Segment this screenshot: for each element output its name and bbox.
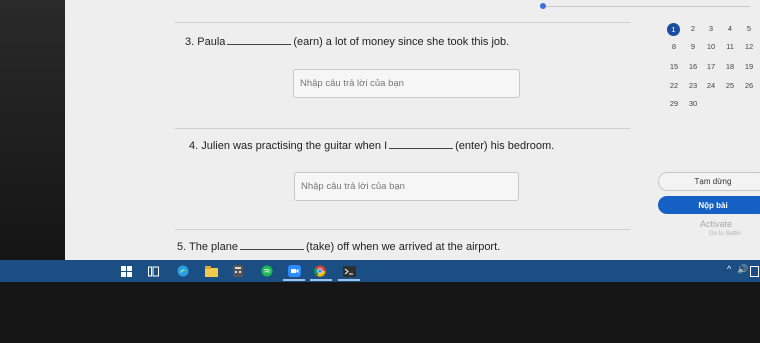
- question-nav-item[interactable]: 23: [685, 79, 701, 93]
- question-nav-item[interactable]: 26: [741, 79, 757, 93]
- edge-icon[interactable]: [176, 265, 190, 277]
- volume-icon[interactable]: 🔊: [737, 264, 748, 275]
- divider: [175, 22, 630, 23]
- question-5: 5. The plane (take) off when we arrived a…: [177, 239, 500, 253]
- answer-input-4[interactable]: Nhập câu trả lời của bạn: [294, 172, 519, 201]
- blank: [239, 239, 304, 250]
- question-nav-item[interactable]: 12: [741, 40, 757, 54]
- taskbar-active-indicator: [338, 279, 360, 281]
- answer-input-3[interactable]: Nhập câu trả lời của bạn: [293, 69, 520, 98]
- bottom-bezel: [0, 282, 760, 343]
- notification-icon[interactable]: [750, 265, 759, 277]
- question-nav-item[interactable]: 16: [685, 60, 701, 74]
- question-nav-item[interactable]: 9: [685, 40, 701, 54]
- question-text: Paula: [197, 36, 226, 48]
- tray-caret-icon[interactable]: ^: [727, 264, 731, 274]
- question-text: (enter) his bedroom.: [455, 140, 555, 152]
- question-text: (earn) a lot of money since she took thi…: [293, 36, 510, 48]
- blank: [227, 34, 292, 45]
- question-number: 3.: [185, 36, 195, 48]
- question-nav-item[interactable]: 8: [666, 40, 682, 54]
- chrome-icon[interactable]: [313, 265, 327, 277]
- question-nav-item[interactable]: 3: [703, 22, 719, 36]
- zoom-icon[interactable]: [287, 265, 301, 277]
- taskbar-active-indicator: [283, 279, 305, 281]
- question-nav-item[interactable]: 10: [703, 40, 719, 54]
- question-nav-item[interactable]: 4: [722, 22, 738, 36]
- question-text: Julien was practising the guitar when I: [201, 140, 388, 152]
- question-nav-item[interactable]: 17: [703, 60, 719, 74]
- question-nav-item[interactable]: 22: [666, 79, 682, 93]
- progress-line: [540, 6, 750, 7]
- question-text: The plane: [189, 241, 238, 253]
- divider: [175, 128, 630, 129]
- question-nav-item[interactable]: 19: [741, 60, 757, 74]
- question-nav-item[interactable]: 11: [722, 40, 738, 54]
- question-3: 3. Paula (earn) a lot of money since she …: [185, 34, 509, 48]
- pause-button[interactable]: Tạm dừng: [658, 172, 760, 191]
- question-nav-item[interactable]: 15: [666, 60, 682, 74]
- divider: [175, 229, 630, 230]
- blank: [389, 138, 454, 149]
- activate-watermark-subtitle: Go to Settin: [709, 231, 741, 237]
- question-nav-item[interactable]: 1: [667, 23, 680, 36]
- terminal-icon[interactable]: [342, 265, 356, 277]
- taskbar-active-indicator: [310, 279, 332, 281]
- task-view-icon[interactable]: [147, 265, 159, 277]
- spotify-icon[interactable]: [260, 265, 274, 277]
- question-4: 4. Julien was practising the guitar when…: [189, 138, 554, 152]
- question-nav-item[interactable]: 25: [722, 79, 738, 93]
- progress-track: [540, 2, 755, 10]
- background-left: [0, 0, 65, 260]
- question-text: (take) off when we arrived at the airpor…: [305, 241, 501, 253]
- question-number: 5.: [177, 241, 187, 253]
- question-nav-item[interactable]: 24: [703, 79, 719, 93]
- progress-dot: [540, 3, 546, 9]
- activate-watermark-title: Activate: [700, 219, 733, 229]
- question-nav-item[interactable]: 30: [685, 97, 701, 111]
- submit-button[interactable]: Nộp bài: [658, 196, 760, 214]
- calculator-icon[interactable]: [232, 265, 244, 277]
- file-explorer-icon[interactable]: [204, 265, 218, 277]
- question-number: 4.: [189, 140, 199, 152]
- question-nav-item[interactable]: 2: [685, 22, 701, 36]
- windows-start-icon[interactable]: [120, 265, 132, 277]
- taskbar: [0, 260, 760, 282]
- question-nav-item[interactable]: 18: [722, 60, 738, 74]
- question-nav-item[interactable]: 29: [666, 97, 682, 111]
- question-nav-item[interactable]: 5: [741, 22, 757, 36]
